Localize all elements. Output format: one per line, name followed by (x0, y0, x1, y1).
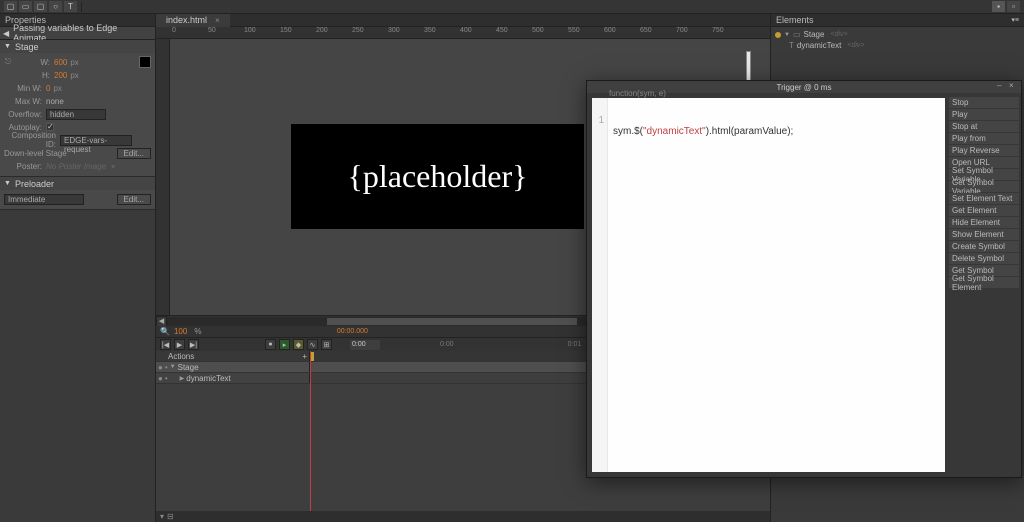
file-tab[interactable]: index.html × (156, 14, 230, 27)
stage-bg-color[interactable] (139, 56, 151, 68)
snap-button[interactable]: ⊞ (321, 339, 332, 350)
dialog-minimize-icon[interactable]: – (997, 81, 1007, 91)
action-getelem[interactable]: Get Element (949, 205, 1019, 216)
line-number: 1 (592, 115, 604, 126)
pin-button[interactable]: ◆ (293, 339, 304, 350)
layer-actions-label[interactable]: Actions (168, 352, 194, 361)
lesson-back-icon[interactable]: ◀ (3, 29, 9, 38)
action-setelemtext[interactable]: Set Element Text (949, 193, 1019, 204)
trigger-code-dialog: Trigger @ 0 ms – × function(sym, e) 1 sy… (586, 80, 1022, 478)
code-editor[interactable]: function(sym, e) 1 sym.$("dynamicText").… (592, 98, 945, 472)
action-getsymbolelem[interactable]: Get Symbol Element (949, 277, 1019, 288)
placeholder-text: {placeholder} (348, 158, 528, 195)
composition-id-field[interactable]: EDGE-vars-request (60, 135, 132, 146)
link-wh-icon[interactable]: ⎋ (4, 57, 12, 67)
play-button[interactable]: ▶ (174, 339, 185, 350)
downlevel-edit-button[interactable]: Edit... (117, 148, 151, 159)
zoom-value[interactable]: 100 (174, 327, 187, 336)
tab-label: index.html (166, 15, 207, 25)
playhead-line[interactable] (310, 351, 311, 511)
action-stop[interactable]: Stop (949, 97, 1019, 108)
go-end-button[interactable]: ▶| (188, 339, 199, 350)
expand-icon[interactable]: ▼ (170, 364, 176, 370)
actions-indicator-icon[interactable] (775, 32, 781, 38)
action-stopat[interactable]: Stop at (949, 121, 1019, 132)
chevron-down-icon: ▼ (4, 180, 11, 187)
playhead-time[interactable]: 0:00 (350, 340, 380, 350)
stage-minw[interactable]: 0 (46, 84, 50, 93)
dialog-close-icon[interactable]: × (1009, 81, 1019, 91)
timeline-footer: ▾ ⊟ (156, 511, 770, 522)
action-playreverse[interactable]: Play Reverse (949, 145, 1019, 156)
layer-dynamictext-label[interactable]: dynamicText (186, 374, 230, 383)
stage-width[interactable]: 600 (54, 58, 67, 67)
panel-menu-icon[interactable]: ▾≡ (1011, 16, 1019, 24)
elements-header: Elements ▾≡ (771, 14, 1024, 27)
chevron-down-icon: ▼ (4, 43, 11, 50)
action-play[interactable]: Play (949, 109, 1019, 120)
tool-ellipse[interactable]: ○ (49, 1, 62, 12)
properties-panel: Properties ◀ Passing variables to Edge A… (0, 14, 156, 522)
element-row-dynamictext[interactable]: T dynamicText <div> (775, 40, 1020, 51)
preloader-edit-button[interactable]: Edit... (117, 194, 151, 205)
poster-value: No Poster Image (46, 162, 106, 171)
go-start-button[interactable]: |◀ (160, 339, 171, 350)
tool-rrect[interactable]: ▢ (34, 1, 47, 12)
lesson-bar[interactable]: ◀ Passing variables to Edge Animate (0, 27, 155, 40)
stage-height[interactable]: 200 (54, 71, 67, 80)
lock-icon[interactable]: • (165, 374, 168, 383)
preloader-section-header[interactable]: ▼ Preloader (0, 177, 155, 190)
easing-button[interactable]: ∿ (307, 339, 318, 350)
zoom-timeline-icon[interactable]: ⊟ (167, 512, 174, 521)
action-playfrom[interactable]: Play from (949, 133, 1019, 144)
autokey-button[interactable]: ● (265, 339, 276, 350)
zoom-mag-icon[interactable]: 🔍 (160, 327, 170, 336)
vis-icon[interactable]: ● (158, 363, 163, 372)
element-dyn-name: dynamicText (797, 41, 841, 50)
elements-title: Elements (776, 15, 814, 25)
action-createsymbol[interactable]: Create Symbol (949, 241, 1019, 252)
tab-close-icon[interactable]: × (215, 16, 220, 25)
code-func-header: function(sym, e) (609, 89, 666, 98)
dialog-title: Trigger @ 0 ms (777, 83, 832, 92)
stage-label: Stage (15, 42, 39, 52)
scroll-left-button[interactable]: ◀ (156, 316, 167, 327)
layout-btn-1[interactable]: ▪ (992, 1, 1005, 12)
ruler-vertical (156, 39, 170, 315)
scroll-thumb[interactable] (327, 318, 577, 325)
poster-capture-icon[interactable]: ▫ (108, 161, 118, 171)
stage-canvas[interactable]: {placeholder} (291, 124, 584, 229)
vis-icon[interactable]: ● (158, 374, 163, 383)
add-action-icon[interactable]: + (302, 352, 307, 361)
tool-rect[interactable]: ▭ (19, 1, 32, 12)
action-showelem[interactable]: Show Element (949, 229, 1019, 240)
timecode: 00:00.000 (337, 328, 368, 335)
actions-list: Stop Play Stop at Play from Play Reverse… (947, 93, 1021, 477)
downlevel-label: Down-level Stage (4, 149, 67, 158)
action-hideelem[interactable]: Hide Element (949, 217, 1019, 228)
preloader-mode-select[interactable]: Immediate (4, 194, 84, 205)
overflow-select[interactable]: hidden (46, 109, 106, 120)
stage-maxw[interactable]: none (46, 97, 64, 106)
filter-icon[interactable]: ▾ (160, 512, 164, 521)
preloader-label: Preloader (15, 179, 54, 189)
tool-text[interactable]: T (64, 1, 77, 12)
action-deletesymbol[interactable]: Delete Symbol (949, 253, 1019, 264)
element-row-stage[interactable]: ▼ ▭ Stage <div> (775, 29, 1020, 40)
main-toolbar: ▢ ▭ ▢ ○ T ▪ ▫ (0, 0, 1024, 14)
tool-select[interactable]: ▢ (4, 1, 17, 12)
autotrans-button[interactable]: ▸ (279, 339, 290, 350)
element-stage-name: Stage (804, 30, 825, 39)
lock-icon[interactable]: • (165, 363, 168, 372)
layer-stage-label[interactable]: Stage (178, 363, 199, 372)
layout-btn-2[interactable]: ▫ (1007, 1, 1020, 12)
action-getsymvar[interactable]: Get Symbol Variable (949, 181, 1019, 192)
autoplay-checkbox[interactable] (46, 123, 54, 131)
ruler-horizontal: 0 50 100 150 200 250 300 350 400 450 500… (156, 27, 770, 39)
stage-section-header[interactable]: ▼ Stage (0, 40, 155, 53)
expand-icon[interactable]: ▶ (180, 375, 185, 382)
